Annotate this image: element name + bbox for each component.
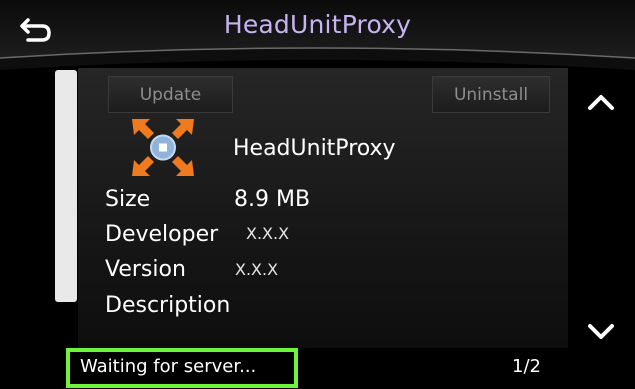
app-expand-icon [128,115,198,180]
size-value: 8.9 MB [234,187,311,212]
scrollbar[interactable] [55,70,77,302]
size-label: Size [105,187,151,212]
uninstall-button[interactable]: Uninstall [432,76,550,113]
app-name: HeadUnitProxy [233,136,396,161]
chevron-down-icon [588,324,614,339]
description-label: Description [105,293,231,318]
version-value: X.X.X [235,260,279,279]
page-title: HeadUnitProxy [223,10,412,39]
version-label: Version [105,257,186,282]
scroll-down-button[interactable] [585,320,617,344]
header-bar: HeadUnitProxy [0,0,635,58]
developer-label: Developer [105,222,219,247]
developer-value: X.X.X [246,224,290,243]
update-button[interactable]: Update [108,76,233,113]
chevron-up-icon [588,95,614,110]
status-text: Waiting for server... [80,356,257,377]
scroll-up-button[interactable] [585,90,617,114]
page-indicator: 1/2 [512,356,541,377]
screen: HeadUnitProxy Update Uninstall HeadUnitP… [0,0,635,389]
